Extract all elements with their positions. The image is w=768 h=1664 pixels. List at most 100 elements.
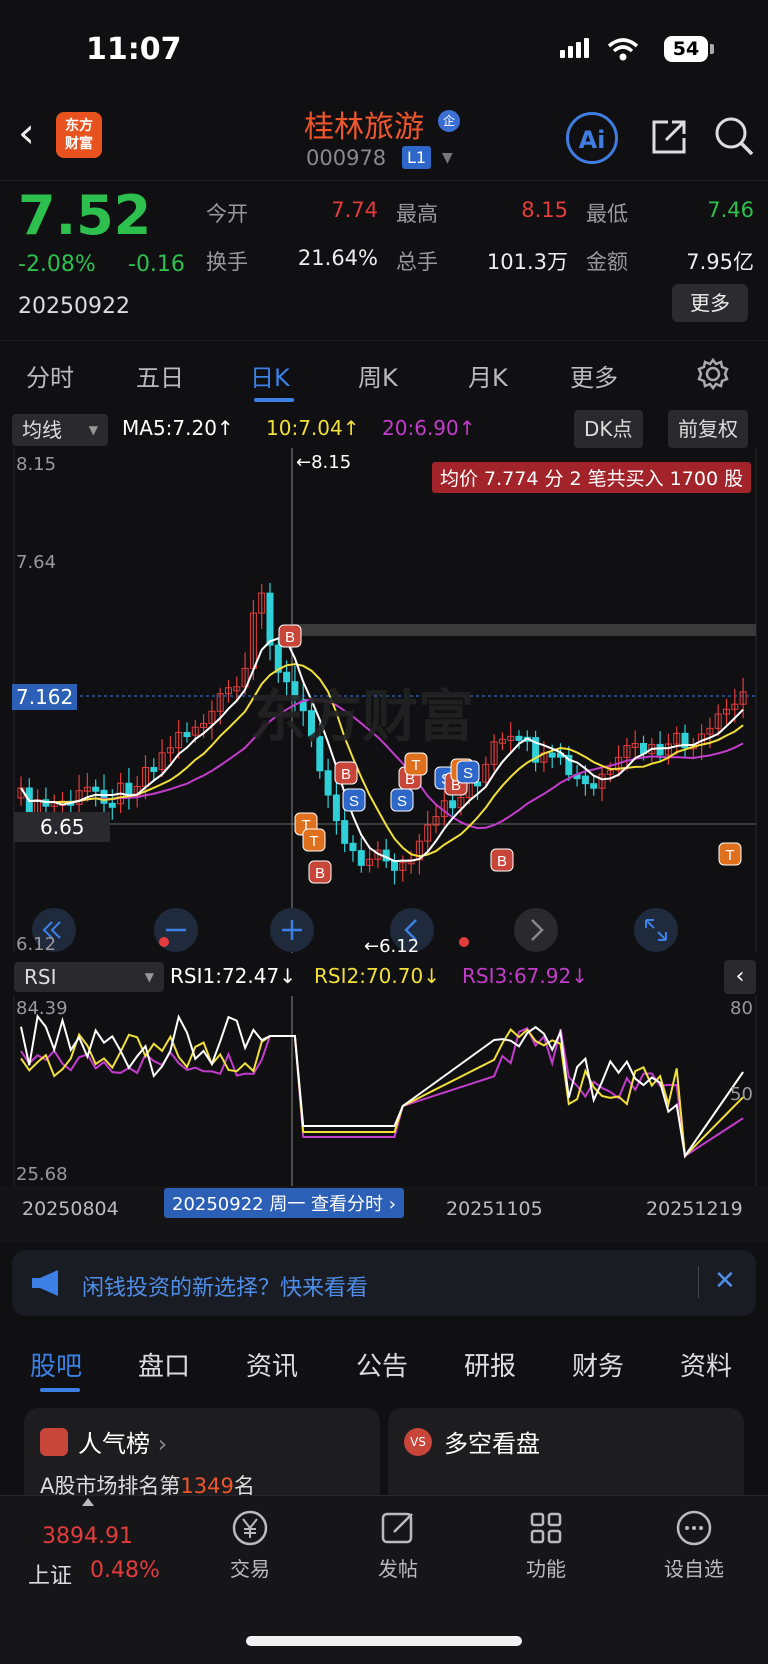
candle <box>100 789 108 804</box>
tab-intraday[interactable]: 分时 <box>26 358 74 393</box>
trade-marker-label: S <box>397 793 407 810</box>
rsi3-label: RSI3:67.92↓ <box>462 964 588 988</box>
more-dots-icon <box>676 1510 712 1546</box>
ranking-icon <box>40 1428 68 1456</box>
index-value[interactable]: 3894.91 <box>42 1524 133 1549</box>
rsi2-label: RSI2:70.70↓ <box>314 964 440 988</box>
tab-announcements[interactable]: 公告 <box>356 1346 408 1383</box>
divider <box>0 180 768 181</box>
y-axis-mid: 7.64 <box>16 552 57 573</box>
change-percent: -2.08% <box>18 252 96 277</box>
divider <box>698 1266 699 1298</box>
app-logo: 东方 财富 <box>56 112 102 158</box>
popularity-title[interactable]: 人气榜 › <box>78 1424 167 1459</box>
high-label: 最高 <box>396 202 438 226</box>
close-icon[interactable]: ✕ <box>714 1266 736 1296</box>
quote-date: 20250922 <box>18 294 130 319</box>
banner-text[interactable]: 闲钱投资的新选择？快来看看 <box>82 1270 368 1302</box>
cursor-price-tag: 6.65 <box>14 812 110 842</box>
indicator-selector[interactable]: 均线 ▼ <box>12 414 108 446</box>
chevron-down-icon[interactable]: ▼ <box>442 150 453 166</box>
price-line-tag: 7.162 <box>12 684 78 710</box>
rsi-80: 80 <box>730 998 753 1019</box>
next-icon <box>514 908 558 952</box>
dk-point-button[interactable]: DK点 <box>574 410 643 448</box>
turnover-value: 21.64% <box>297 246 378 270</box>
watermark: 东方财富 <box>250 685 474 750</box>
active-tab-indicator <box>254 398 294 402</box>
trade-marker-label: S <box>349 793 359 810</box>
candle <box>391 860 398 871</box>
gear-icon[interactable] <box>696 357 730 391</box>
nav-watchlist[interactable]: 设自选 <box>644 1508 744 1582</box>
candle <box>449 800 457 809</box>
tab-research[interactable]: 研报 <box>464 1346 516 1383</box>
current-price: 7.52 <box>18 184 152 247</box>
tab-five-day[interactable]: 五日 <box>136 358 184 393</box>
tab-profile[interactable]: 资料 <box>680 1346 732 1383</box>
index-percent[interactable]: 0.48% <box>90 1558 160 1583</box>
forward-adjust-button[interactable]: 前复权 <box>668 410 748 448</box>
ma5-label: MA5:7.20↑ <box>122 416 234 440</box>
back-button[interactable]: ‹ <box>18 112 35 154</box>
low-label: 最低 <box>586 202 628 226</box>
collapse-icon[interactable]: ‹ <box>724 960 756 994</box>
nav-trade[interactable]: 交易 <box>200 1508 300 1582</box>
tab-finance[interactable]: 财务 <box>572 1346 624 1383</box>
rsi1-label: RSI1:72.47↓ <box>170 964 296 988</box>
more-button[interactable]: 更多 <box>672 284 748 322</box>
fullscreen-icon <box>634 908 678 952</box>
rsi-chart[interactable] <box>0 996 768 1186</box>
candle <box>656 743 664 756</box>
tab-daily-k[interactable]: 日K <box>250 358 290 393</box>
trade-note: 均价 7.774 分 2 笔共买入 1700 股 <box>432 462 752 493</box>
trade-marker-label: T <box>725 847 734 864</box>
trade-marker-label: B <box>341 766 351 783</box>
tab-weekly-k[interactable]: 周K <box>358 358 398 393</box>
index-name[interactable]: 上证 <box>28 1558 72 1590</box>
stock-code: 000978 <box>306 146 387 170</box>
tab-pankou[interactable]: 盘口 <box>138 1346 190 1383</box>
tab-guba[interactable]: 股吧 <box>30 1346 82 1383</box>
trade-marker-label: B <box>315 865 325 882</box>
turnover-label: 换手 <box>206 250 248 274</box>
y-axis-top: 8.15 <box>16 454 57 475</box>
ma10-label: 10:7.04↑ <box>266 416 360 440</box>
active-tab-indicator <box>40 1388 80 1392</box>
nav-post[interactable]: 发帖 <box>348 1508 448 1582</box>
status-time: 11:07 <box>86 32 182 67</box>
candle <box>183 732 191 738</box>
trade-marker-label: B <box>497 853 507 870</box>
candle <box>349 842 357 852</box>
battery-indicator: 54 <box>664 36 708 62</box>
x-axis-date-3: 20251105 <box>446 1198 543 1220</box>
view-intraday-link[interactable]: 20250922 周一 查看分时 › <box>164 1188 404 1218</box>
rsi-selector[interactable]: RSI ▼ <box>14 962 164 992</box>
share-icon[interactable] <box>648 116 690 158</box>
ai-button[interactable]: Ai <box>566 112 618 164</box>
home-indicator <box>246 1636 522 1646</box>
stock-name: 桂林旅游 <box>304 110 424 145</box>
ma20-label: 20:6.90↑ <box>382 416 476 440</box>
trade-marker-label: S <box>463 765 473 782</box>
y-axis-bottom: 6.12 <box>16 934 57 955</box>
cellular-signal-icon <box>560 38 592 58</box>
tab-news[interactable]: 资讯 <box>246 1346 298 1383</box>
open-label: 今开 <box>206 202 248 226</box>
wifi-icon <box>607 38 639 61</box>
edit-icon <box>381 1512 413 1544</box>
change-value: -0.16 <box>128 252 185 277</box>
volume-value: 101.3万 <box>486 250 568 274</box>
tab-more[interactable]: 更多 <box>570 358 618 393</box>
search-icon[interactable] <box>712 114 756 158</box>
tab-monthly-k[interactable]: 月K <box>468 358 508 393</box>
bull-bear-card[interactable] <box>388 1408 744 1508</box>
trade-marker-label: T <box>309 833 318 850</box>
candle <box>581 775 589 785</box>
candle <box>332 794 340 822</box>
candle <box>266 592 274 646</box>
candle <box>548 752 556 758</box>
nav-functions[interactable]: 功能 <box>496 1508 596 1582</box>
low-marker: ←6.12 <box>364 936 420 957</box>
level-badge[interactable]: L1 <box>402 146 432 169</box>
